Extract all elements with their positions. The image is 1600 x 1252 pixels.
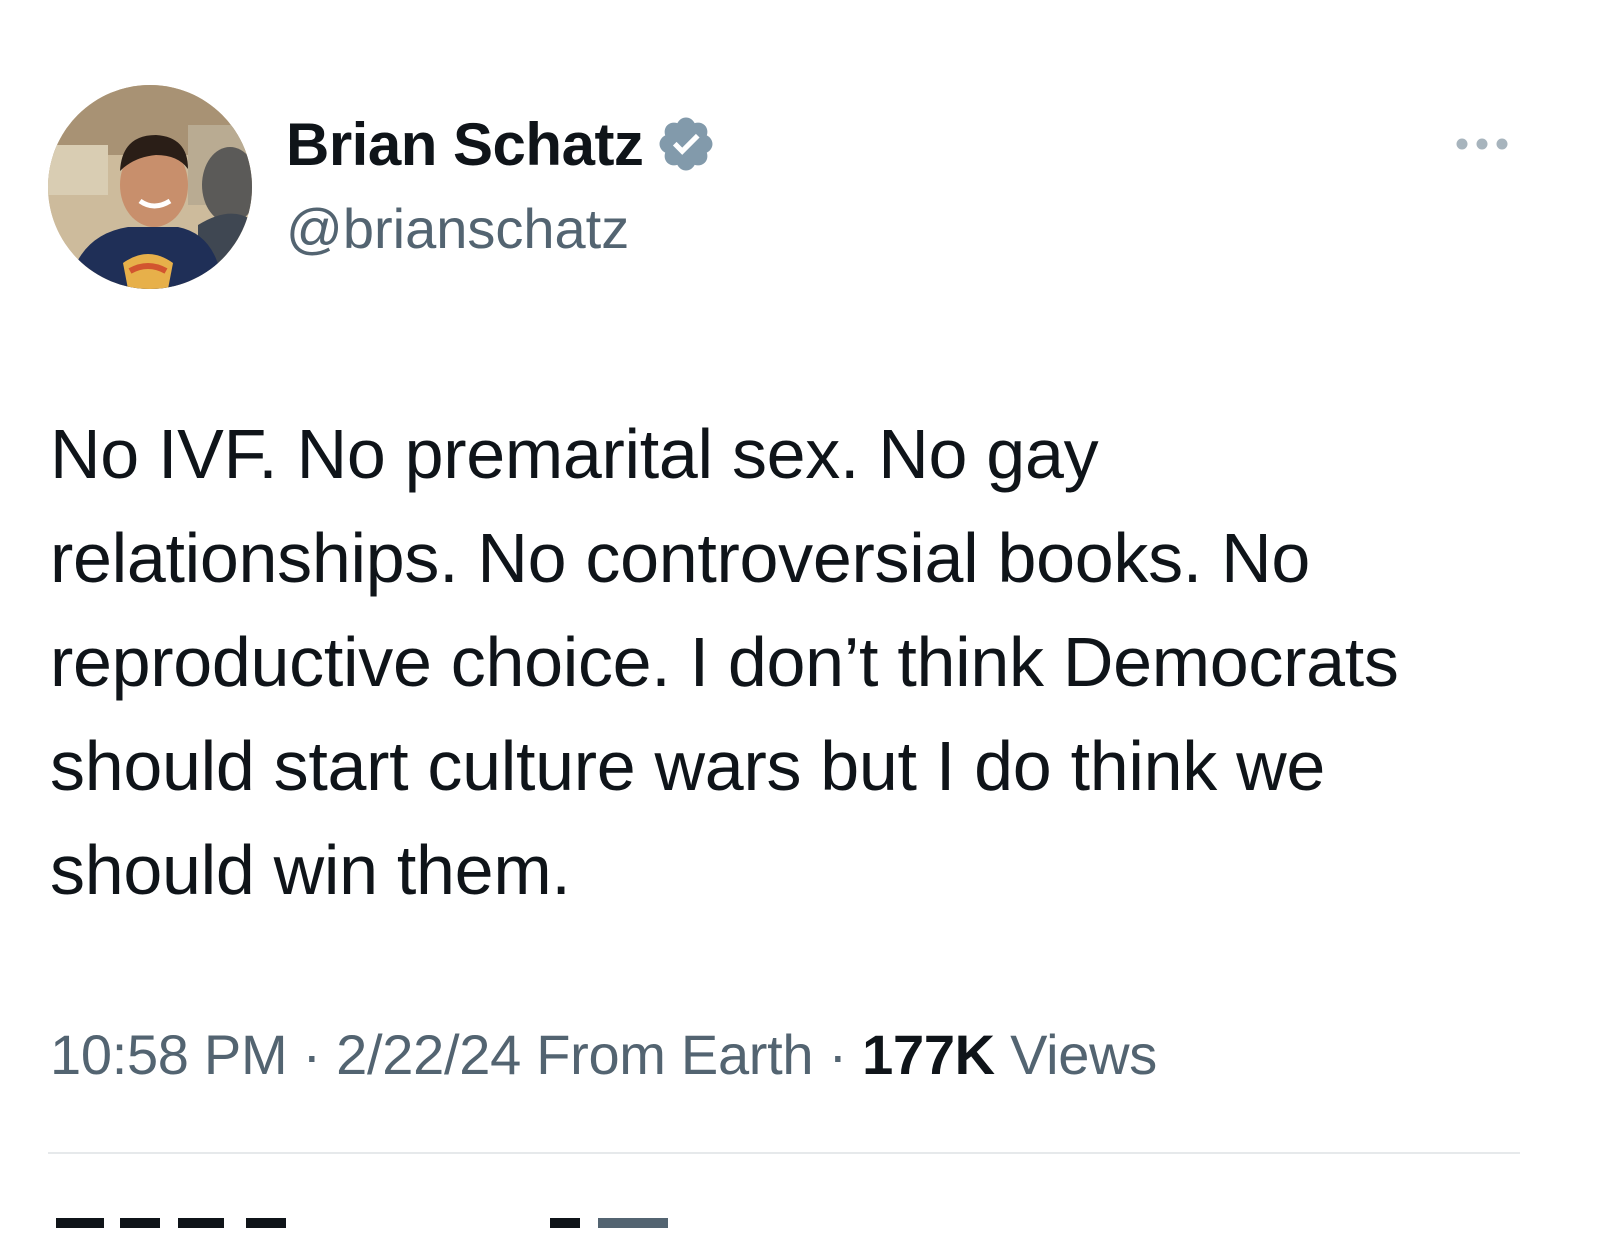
engagement-row-cropped <box>50 1212 670 1252</box>
author-handle[interactable]: @brianschatz <box>286 196 629 261</box>
meta-separator: · <box>287 1023 337 1086</box>
views-label: Views <box>1010 1023 1157 1086</box>
tweet-time[interactable]: 10:58 PM <box>50 1023 288 1086</box>
views-count[interactable]: 177K <box>862 1023 995 1086</box>
avatar-photo <box>48 85 252 289</box>
divider <box>48 1152 1520 1154</box>
meta-separator: · <box>813 1023 863 1086</box>
tweet-date[interactable]: 2/22/24 <box>336 1023 521 1086</box>
author-name-row: Brian Schatz <box>286 108 717 180</box>
tweet-text: No IVF. No premarital sex. No gay relati… <box>50 415 1399 909</box>
avatar[interactable] <box>48 85 252 289</box>
more-horizontal-icon[interactable] <box>1452 126 1516 162</box>
tweet-meta: 10:58 PM · 2/22/24 From Earth · 177K Vie… <box>50 1022 1157 1087</box>
author-display-name[interactable]: Brian Schatz <box>286 110 644 179</box>
tweet-source: From Earth <box>536 1023 814 1086</box>
verified-badge-icon[interactable] <box>655 113 717 175</box>
